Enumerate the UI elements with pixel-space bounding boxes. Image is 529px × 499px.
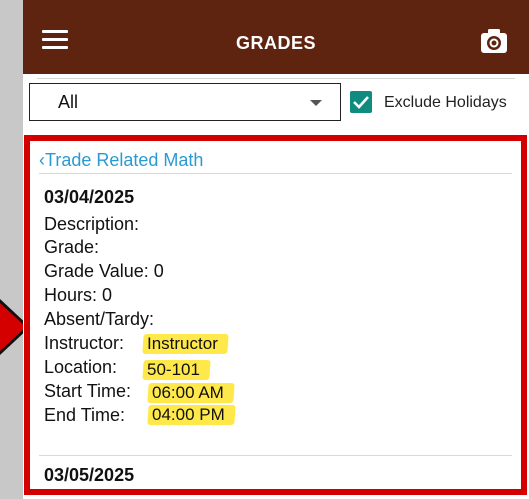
location-value-highlight: 50-101 (142, 360, 211, 380)
entry-date: 03/05/2025 (44, 465, 135, 485)
exclude-holidays-checkbox[interactable] (350, 91, 372, 113)
divider (39, 455, 512, 456)
entry-date: 03/04/2025 (44, 187, 135, 207)
chevron-down-icon (310, 100, 322, 106)
instructor-value: Instructor (147, 334, 218, 353)
end-time-highlight: 04:00 PM (147, 405, 236, 425)
exclude-holidays-label[interactable]: Exclude Holidays (384, 94, 507, 112)
description-label: Description: (44, 214, 140, 234)
category-select[interactable]: All (29, 83, 341, 121)
grade-value-label: Grade Value: 0 (44, 261, 164, 281)
phone-screen: GRADES All Exclude Holidays ‹Trade Relat… (23, 0, 529, 499)
app-bar: GRADES (23, 0, 529, 74)
location-label: Location: (44, 357, 118, 377)
back-link-course[interactable]: ‹Trade Related Math (39, 150, 203, 171)
instructor-label: Instructor: (44, 333, 125, 353)
absent-tardy-label: Absent/Tardy: (44, 309, 155, 329)
instructor-value-highlight: Instructor (142, 334, 229, 354)
start-time-highlight: 06:00 AM (147, 383, 235, 403)
page-title: GRADES (235, 33, 316, 53)
hours-label: Hours: 0 (44, 285, 113, 305)
grade-label: Grade: (44, 237, 100, 257)
location-value: 50-101 (147, 360, 200, 379)
divider (37, 78, 515, 79)
divider (39, 173, 512, 174)
end-time-label: End Time: (44, 405, 126, 425)
highlight-frame: ‹Trade Related Math 03/04/2025 Descripti… (24, 135, 527, 495)
end-time-value: 04:00 PM (152, 405, 225, 424)
checkmark-icon (353, 96, 369, 109)
start-time-value: 06:00 AM (152, 383, 224, 402)
select-value: All (58, 92, 79, 112)
camera-icon[interactable] (479, 26, 509, 56)
start-time-label: Start Time: (44, 381, 132, 401)
